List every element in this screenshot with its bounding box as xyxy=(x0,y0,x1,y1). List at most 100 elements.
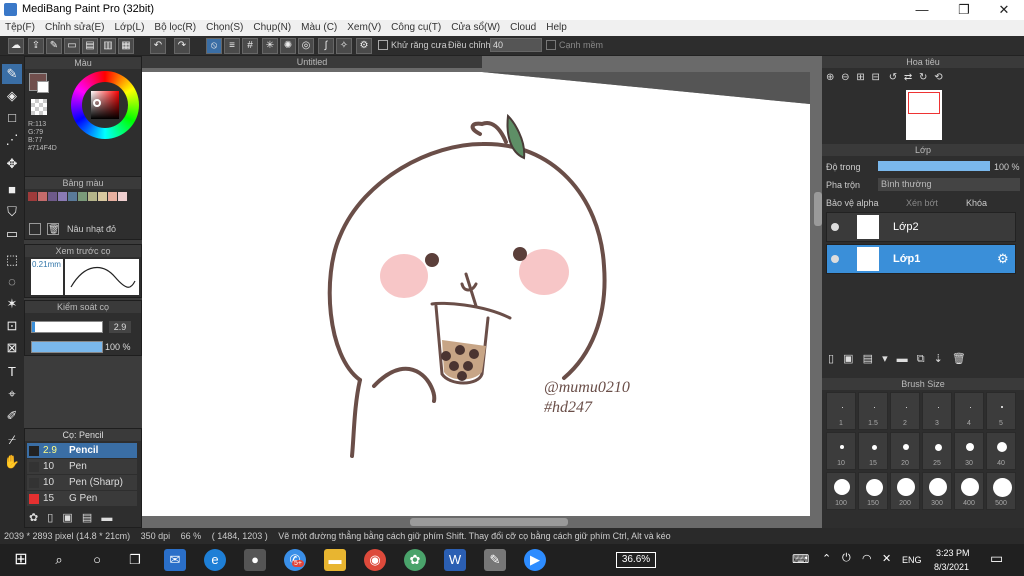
brush-tool-icon[interactable]: ✎ xyxy=(2,64,22,84)
layer-row[interactable]: Lớp1 ⚙ xyxy=(826,244,1016,274)
add-layer-menu-icon[interactable]: ▾ xyxy=(882,353,888,365)
layer-settings-icon[interactable]: ⚙ xyxy=(997,251,1009,267)
layer-opacity-slider[interactable] xyxy=(878,161,990,171)
rectangle-tool-icon[interactable]: □ xyxy=(2,108,22,128)
task-view-icon[interactable]: ❐ xyxy=(124,549,146,571)
select-tool-icon[interactable]: ⬚ xyxy=(2,250,22,270)
menu-help[interactable]: Help xyxy=(541,20,572,35)
add-swatch-icon[interactable] xyxy=(29,223,41,235)
antialias-checkbox[interactable] xyxy=(378,40,388,50)
transparent-color[interactable] xyxy=(31,99,47,115)
copy-brush-icon[interactable]: ▣ xyxy=(62,512,72,524)
actual-size-icon[interactable]: ⊟ xyxy=(872,72,880,83)
parallel-snap-icon[interactable]: ≡ xyxy=(224,38,240,54)
color-wheel[interactable] xyxy=(71,71,139,139)
brush-item[interactable]: 2.9 Pencil xyxy=(27,443,137,458)
zoom-out-icon[interactable]: ⊖ xyxy=(841,72,849,83)
menu-edit[interactable]: Chỉnh sửa(E) xyxy=(40,20,110,35)
brush-size-cell[interactable]: 30 xyxy=(954,432,984,470)
brush-size-cell[interactable]: 400 xyxy=(954,472,984,510)
add-brush-icon[interactable]: ✿ xyxy=(29,512,38,524)
hand-tool-icon[interactable]: ✋ xyxy=(2,452,22,472)
edge-checkbox[interactable] xyxy=(546,40,556,50)
windows-start-icon[interactable]: ⊞ xyxy=(10,549,32,571)
volume-icon[interactable]: ✕ xyxy=(882,552,891,565)
reset-view-icon[interactable]: ⟲ xyxy=(934,72,942,83)
brush-size-cell[interactable]: 500 xyxy=(986,472,1016,510)
new-brush-icon[interactable]: ▯ xyxy=(47,512,53,524)
adjust-input[interactable]: 40 xyxy=(490,38,542,52)
palette-swatch[interactable] xyxy=(58,192,67,201)
merge-layer-icon[interactable]: ⇣ xyxy=(934,353,943,365)
brush-size-cell[interactable]: 1.5 xyxy=(858,392,888,430)
cortana-icon[interactable]: ○ xyxy=(86,549,108,571)
clock-date[interactable]: 8/3/2021 xyxy=(934,562,969,572)
concentric-snap-icon[interactable]: ◎ xyxy=(298,38,314,54)
radial-snap-icon[interactable]: ✳ xyxy=(262,38,278,54)
move-tool-icon[interactable]: ✥ xyxy=(2,154,22,174)
curve-snap-icon[interactable]: ∫ xyxy=(318,38,334,54)
brush-item[interactable]: 10 Pen (Sharp) xyxy=(27,475,137,490)
mail-icon[interactable]: ✉ xyxy=(164,549,186,571)
edge-browser-icon[interactable]: e xyxy=(204,549,226,571)
menu-view[interactable]: Xem(V) xyxy=(342,20,386,35)
paint-app-icon[interactable]: ✎ xyxy=(484,549,506,571)
brush-size-cell[interactable]: 1 xyxy=(826,392,856,430)
file-explorer-icon[interactable]: ▬ xyxy=(324,549,346,571)
brush-size-cell[interactable]: 300 xyxy=(922,472,952,510)
new-halftone-layer-icon[interactable]: ▣ xyxy=(843,353,853,365)
tray-chevron-icon[interactable]: ⌃ xyxy=(822,552,831,565)
maximize-icon[interactable]: ❐ xyxy=(944,2,984,18)
new-8bit-layer-icon[interactable]: ▤ xyxy=(863,353,873,365)
brush-settings-icon[interactable]: ▤ xyxy=(82,512,92,524)
bucket-tool-icon[interactable]: ⛉ xyxy=(2,202,22,222)
brush-size-cell[interactable]: 150 xyxy=(858,472,888,510)
navigator-preview[interactable] xyxy=(906,90,942,140)
wifi-icon[interactable]: ◠ xyxy=(862,552,872,565)
comment-icon[interactable]: ✎ xyxy=(46,38,62,54)
lasso-tool-icon[interactable]: ◌ xyxy=(2,272,22,292)
brush-size-cell[interactable]: 4 xyxy=(954,392,984,430)
menu-layer[interactable]: Lớp(L) xyxy=(110,20,150,35)
minimize-icon[interactable]: — xyxy=(902,2,942,17)
horizontal-scrollbar[interactable] xyxy=(410,518,568,526)
fit-icon[interactable]: ⊞ xyxy=(856,72,864,83)
brush-size-cell[interactable]: 5 xyxy=(986,392,1016,430)
grid-snap-icon[interactable]: # xyxy=(242,38,258,54)
delete-layer-icon[interactable]: 🗑 xyxy=(952,353,966,365)
visibility-icon[interactable] xyxy=(831,255,839,263)
search-icon[interactable]: ⌕ xyxy=(48,549,70,571)
gradient-tool-icon[interactable]: ▭ xyxy=(2,224,22,244)
color-cursor[interactable] xyxy=(93,99,101,107)
flip-icon[interactable]: ⇄ xyxy=(904,72,912,83)
grid-icon[interactable]: ▦ xyxy=(118,38,134,54)
new-layer-icon[interactable]: ▯ xyxy=(828,353,834,365)
lock-checkbox[interactable]: Khóa xyxy=(966,198,987,208)
text-tool-icon[interactable]: T xyxy=(2,362,22,382)
fill-shape-icon[interactable]: ■ xyxy=(2,180,22,200)
palette-swatch[interactable] xyxy=(48,192,57,201)
operation-tool-icon[interactable]: ⌖ xyxy=(2,384,22,404)
rotate-left-icon[interactable]: ↺ xyxy=(889,72,897,83)
close-icon[interactable]: ✕ xyxy=(984,2,1024,18)
brush-size-cell[interactable]: 10 xyxy=(826,432,856,470)
blend-select[interactable]: Bình thường xyxy=(878,178,1020,191)
palette-swatch[interactable] xyxy=(28,192,37,201)
notification-center-icon[interactable]: ▭ xyxy=(990,550,1003,567)
rotate-right-icon[interactable]: ↻ xyxy=(919,72,927,83)
magic-wand-icon[interactable]: ✶ xyxy=(2,294,22,314)
page-icon[interactable]: ▤ xyxy=(82,38,98,54)
menu-window[interactable]: Cửa sổ(W) xyxy=(446,20,505,35)
palette-swatch[interactable] xyxy=(68,192,77,201)
document-icon[interactable]: ▥ xyxy=(100,38,116,54)
vertical-scrollbar[interactable] xyxy=(814,192,822,226)
clipping-checkbox[interactable]: Xén bớt xyxy=(906,198,938,208)
duplicate-layer-icon[interactable]: ⧉ xyxy=(917,353,925,365)
select-pen-icon[interactable]: ⊡ xyxy=(2,316,22,336)
settings-icon[interactable]: ⚙ xyxy=(356,38,372,54)
clock-time[interactable]: 3:23 PM xyxy=(936,548,970,558)
zoom-in-icon[interactable]: ⊕ xyxy=(826,72,834,83)
brush-item[interactable]: 15 G Pen xyxy=(27,491,137,506)
brush-size-slider[interactable] xyxy=(31,321,103,333)
message-icon[interactable]: ▭ xyxy=(64,38,80,54)
